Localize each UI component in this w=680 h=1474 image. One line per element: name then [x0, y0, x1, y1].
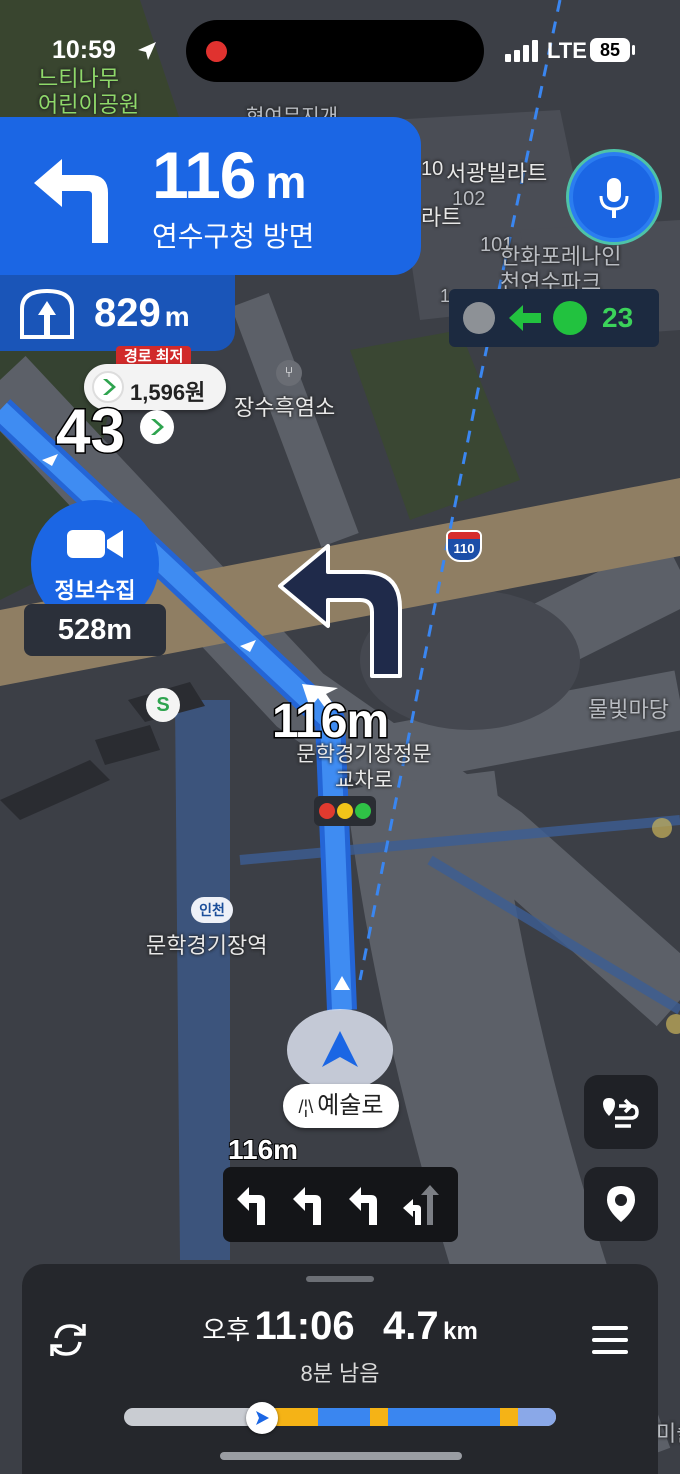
restaurant-icon: ⑂	[276, 360, 302, 386]
speed-limit: 43	[55, 396, 127, 468]
lane-left-straight-arrow-icon	[403, 1185, 439, 1225]
camera-distance: 528m	[24, 604, 166, 656]
camera-label: 정보수집	[54, 578, 136, 603]
turn-instruction-banner[interactable]: 116 m 연수구청 방면	[0, 117, 421, 275]
route-progress-bar	[124, 1408, 556, 1426]
gas-price: 1,596원	[130, 380, 206, 405]
turn-distance: 116 m	[152, 138, 306, 212]
map-label-villa1: 서광빌라트	[446, 161, 548, 186]
time-remaining: 8분 남음	[300, 1361, 380, 1386]
panel-grabber[interactable]	[306, 1276, 374, 1282]
eta-time: 11:06	[254, 1304, 355, 1348]
microphone-icon	[599, 178, 629, 218]
status-bar: 10:59 LTE 85	[0, 0, 680, 100]
battery-indicator: 85	[590, 38, 630, 62]
signal-left-arrow-icon	[509, 305, 541, 331]
lane-left-arrow-icon	[237, 1187, 265, 1225]
voice-search-button[interactable]	[569, 152, 659, 242]
eta-summary: 오후 11:06 4.7 km	[22, 1304, 658, 1349]
remaining-distance: 4.7	[383, 1304, 439, 1348]
gas-station-pin-icon[interactable]	[140, 410, 174, 444]
distance-unit: km	[443, 1318, 478, 1345]
current-location-marker	[287, 1009, 393, 1091]
dynamic-island[interactable]	[186, 20, 484, 82]
map-label-edge: 미술	[656, 1421, 680, 1446]
highway-shield-icon: 110	[446, 530, 482, 562]
map-label-intersection: 문학경기장정문 교차로	[296, 743, 432, 792]
route-chevron-icon	[42, 454, 58, 466]
lane-left-arrow-icon	[349, 1187, 377, 1225]
eta-ampm: 오후	[202, 1315, 251, 1345]
map-label-num10: 10	[421, 158, 444, 180]
cellular-signal-icon	[505, 38, 539, 62]
home-indicator[interactable]	[220, 1452, 462, 1460]
location-pin-icon	[607, 1186, 635, 1222]
route-progress-marker	[246, 1402, 278, 1434]
current-road-name: /¦\ 예술로	[283, 1084, 399, 1128]
road-icon: /¦\	[298, 1097, 314, 1117]
lane-guide-distance: 116m	[227, 1133, 299, 1166]
traffic-signal-panel: 23	[449, 289, 659, 347]
lane-left-arrow-icon	[293, 1187, 321, 1225]
battery-tip	[632, 45, 635, 55]
video-camera-icon	[67, 530, 123, 558]
map-turn-arrow-icon	[278, 544, 402, 678]
signal-green-icon	[553, 301, 587, 335]
poi-dot-icon	[666, 1014, 680, 1034]
gas-station-s-icon: S	[146, 688, 180, 722]
map-label-restaurant: 장수흑염소	[234, 395, 336, 420]
station-badge: 인천	[191, 897, 233, 923]
turn-left-arrow-icon	[34, 159, 108, 243]
lane-guide	[223, 1167, 458, 1242]
location-arrow-icon	[138, 42, 156, 60]
map-label-plaza: 물빛마당	[588, 697, 669, 722]
route-options-button[interactable]	[584, 1075, 658, 1149]
tunnel-distance: 829 m	[94, 291, 190, 335]
signal-red-off-icon	[463, 302, 495, 334]
navigation-arrow-icon	[322, 1031, 358, 1067]
recording-dot-icon	[206, 41, 227, 62]
status-time: 10:59	[52, 36, 116, 64]
route-chevron-icon	[334, 976, 350, 990]
route-swap-icon	[603, 1098, 639, 1128]
map-label-num102: 102	[452, 188, 486, 210]
trip-summary-panel[interactable]: 오후 11:06 4.7 km 8분 남음	[22, 1264, 658, 1474]
poi-dot-icon	[652, 818, 672, 838]
highway-number: 110	[453, 541, 475, 556]
my-location-button[interactable]	[584, 1167, 658, 1241]
traffic-light-icon	[314, 796, 376, 826]
menu-button[interactable]	[592, 1326, 628, 1362]
tunnel-icon	[20, 288, 74, 339]
map-label-station: 문학경기장역	[146, 933, 268, 958]
play-arrow-icon	[256, 1411, 269, 1425]
map-turn-distance: 116m	[270, 694, 390, 750]
network-type: LTE	[547, 38, 587, 63]
turn-direction: 연수구청 방면	[152, 221, 315, 252]
route-chevron-icon	[240, 640, 256, 652]
signal-countdown: 23	[602, 302, 634, 333]
tunnel-banner[interactable]: 829 m	[0, 275, 235, 351]
